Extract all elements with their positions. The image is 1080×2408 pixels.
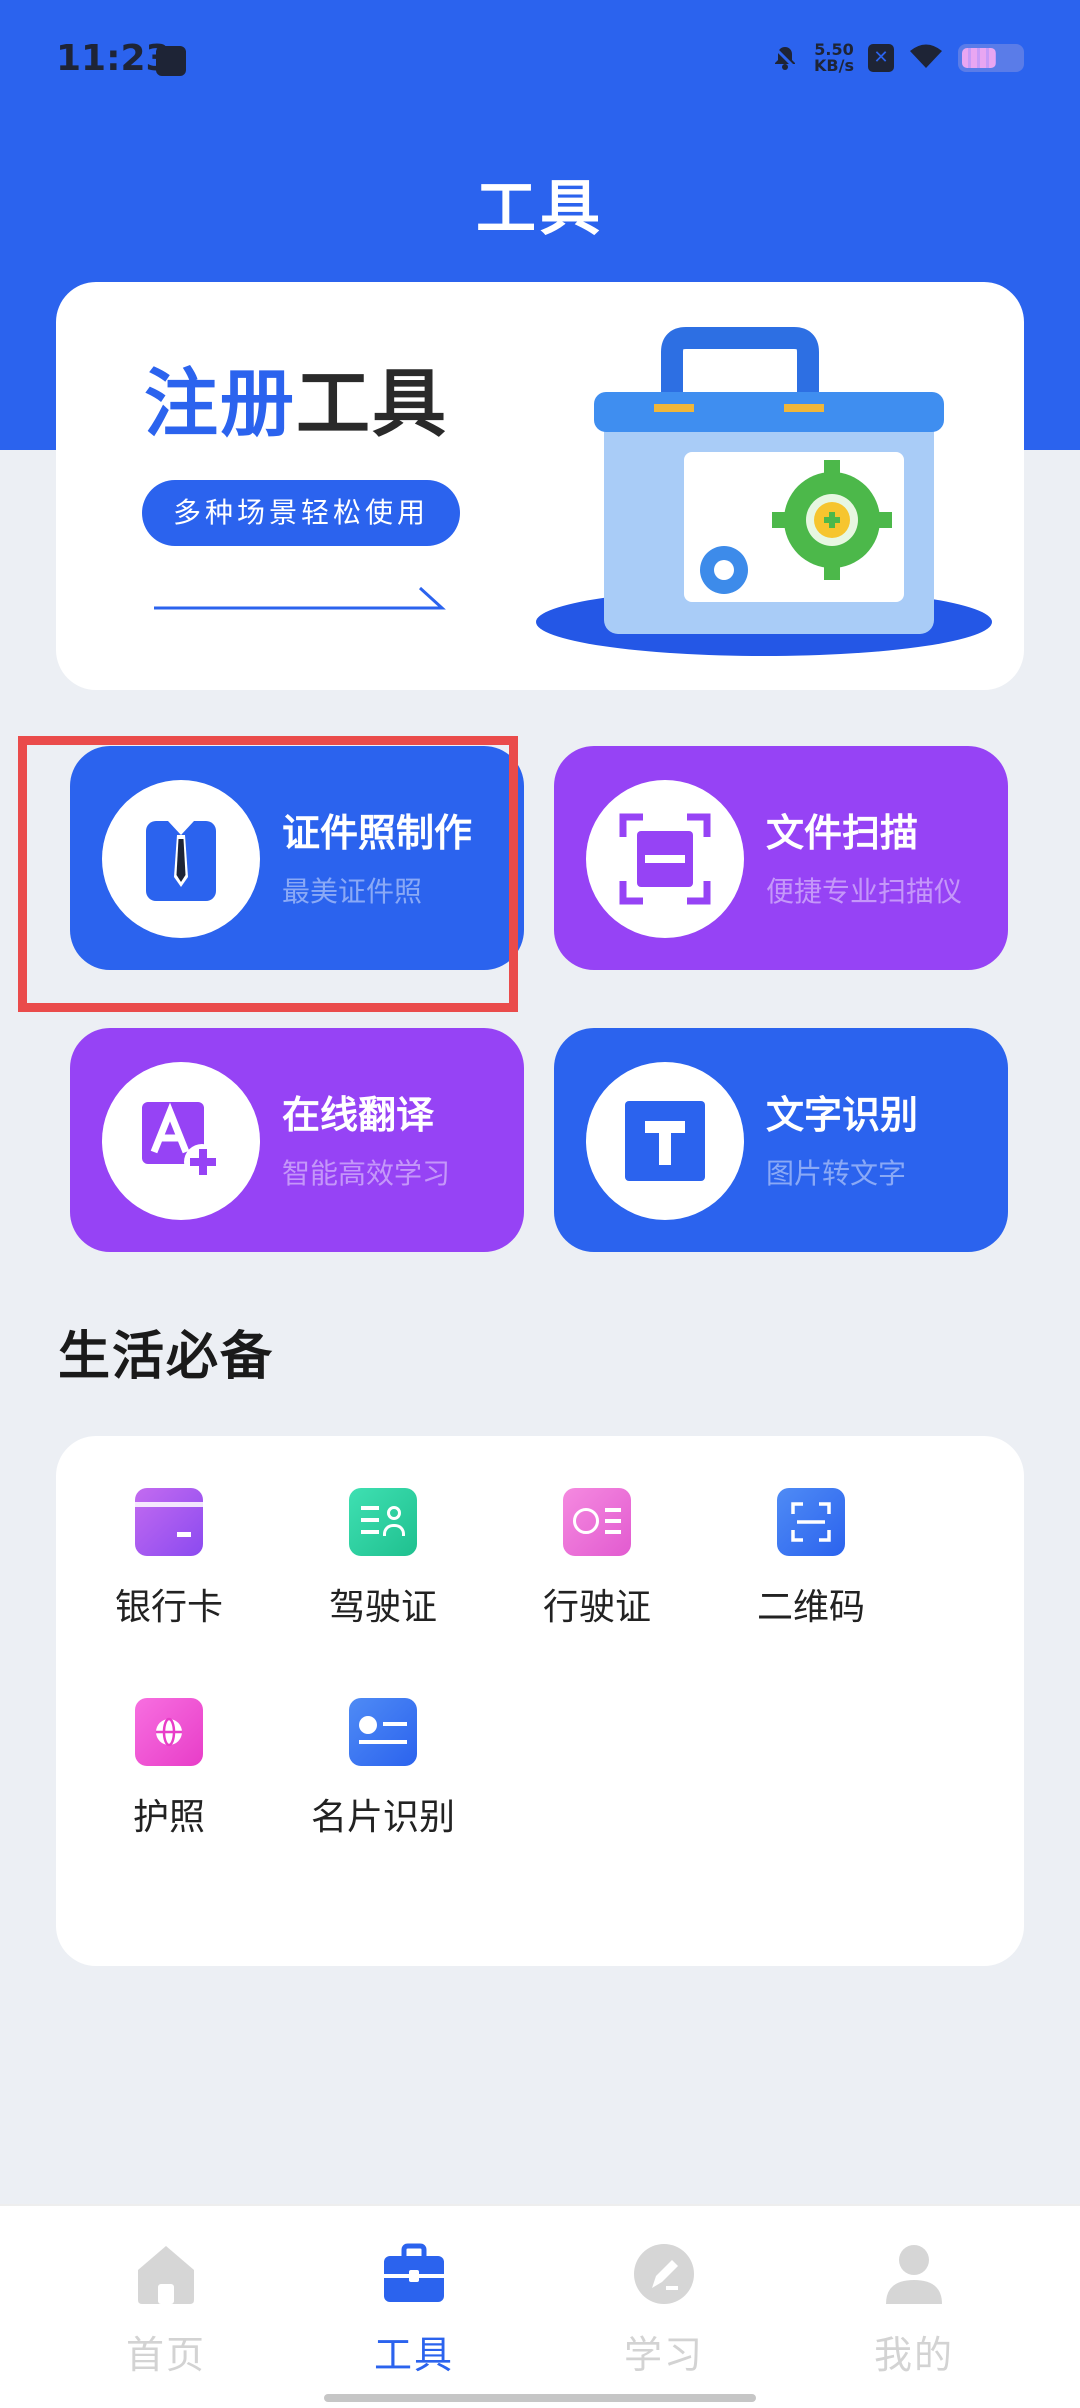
page-title: 工具 [476, 174, 604, 244]
toolbox-illustration [536, 327, 992, 656]
nav-item-tools[interactable]: 工具 [314, 2242, 514, 2379]
business-card-icon [349, 1698, 417, 1766]
banner-tagline: 多种场景轻松使用 [142, 480, 460, 546]
nav-label: 首页 [125, 2333, 206, 2377]
banner-title-dark: 工具 [296, 361, 448, 447]
nav-label: 工具 [373, 2333, 454, 2377]
feature-document-scan[interactable]: 文件扫描 便捷专业扫描仪 [554, 746, 1008, 970]
nav-item-profile[interactable]: 我的 [814, 2242, 1014, 2379]
arrow-icon [154, 586, 446, 610]
study-icon [634, 2244, 694, 2304]
text-recognition-icon-circle [586, 1062, 744, 1220]
bottom-navigation: 首页 工具 学习 我的 [0, 2204, 1080, 2408]
status-bar: 11:23 5.50 KB/s ✕ [0, 0, 1080, 120]
life-item-label: 银行卡 [114, 1587, 223, 1628]
life-essentials-card: 银行卡 驾驶证 行驶证 二维码 护照 名片识别 [56, 1436, 1024, 1966]
feature-title: 文字识别 [766, 1093, 919, 1137]
life-item-label: 二维码 [756, 1587, 865, 1628]
translate-icon-circle [102, 1062, 260, 1220]
qr-code-icon [777, 1488, 845, 1556]
notification-app-icon: ✕ [868, 44, 894, 72]
life-item-label: 名片识别 [310, 1797, 455, 1838]
network-speed: 5.50 KB/s [814, 42, 854, 74]
section-title-life: 生活必备 [58, 1327, 275, 1387]
nav-item-study[interactable]: 学习 [564, 2242, 764, 2379]
mute-bell-icon [770, 43, 800, 73]
feature-subtitle: 智能高效学习 [282, 1157, 451, 1190]
network-speed-unit: KB/s [814, 56, 854, 75]
nav-item-home[interactable]: 首页 [66, 2242, 266, 2379]
home-icon [138, 2246, 194, 2304]
bank-card-icon [135, 1488, 203, 1556]
scan-icon-circle [586, 780, 744, 938]
nav-label: 我的 [873, 2333, 954, 2377]
feature-text-recognition[interactable]: 文字识别 图片转文字 [554, 1028, 1008, 1252]
feature-title: 文件扫描 [766, 811, 919, 855]
life-item-label: 行驶证 [542, 1587, 651, 1628]
life-item-qr-code[interactable]: 二维码 [704, 1488, 918, 1648]
status-icons: 5.50 KB/s ✕ [770, 42, 1024, 74]
scan-icon [619, 813, 711, 905]
text-recognition-icon [625, 1101, 705, 1181]
vehicle-license-icon [563, 1488, 631, 1556]
nav-label: 学习 [623, 2333, 704, 2377]
selection-highlight [18, 736, 518, 1012]
feature-title: 在线翻译 [282, 1093, 435, 1137]
banner-title-blue: 注册 [144, 361, 296, 447]
passport-icon [135, 1698, 203, 1766]
life-item-label: 护照 [132, 1797, 205, 1838]
promo-banner[interactable]: 注册工具 多种场景轻松使用 [56, 282, 1024, 690]
wifi-icon [908, 42, 944, 74]
life-item-business-card[interactable]: 名片识别 [276, 1698, 490, 1858]
life-item-vehicle-license[interactable]: 行驶证 [490, 1488, 704, 1648]
life-item-label: 驾驶证 [328, 1587, 437, 1628]
toolbox-icon [384, 2243, 444, 2302]
battery-icon [958, 44, 1024, 72]
feature-subtitle: 便捷专业扫描仪 [766, 875, 963, 908]
feature-subtitle: 图片转文字 [766, 1157, 907, 1190]
status-time: 11:23 [56, 38, 171, 79]
profile-icon [886, 2245, 942, 2304]
life-item-bank-card[interactable]: 银行卡 [62, 1488, 276, 1648]
life-item-driver-license[interactable]: 驾驶证 [276, 1488, 490, 1648]
life-item-passport[interactable]: 护照 [62, 1698, 276, 1858]
translate-icon [142, 1102, 220, 1180]
feature-online-translate[interactable]: 在线翻译 智能高效学习 [70, 1028, 524, 1252]
banner-title: 注册工具 [144, 344, 448, 451]
calendar-notification-icon [156, 46, 186, 76]
driver-license-icon [349, 1488, 417, 1556]
home-indicator[interactable] [324, 2394, 756, 2402]
